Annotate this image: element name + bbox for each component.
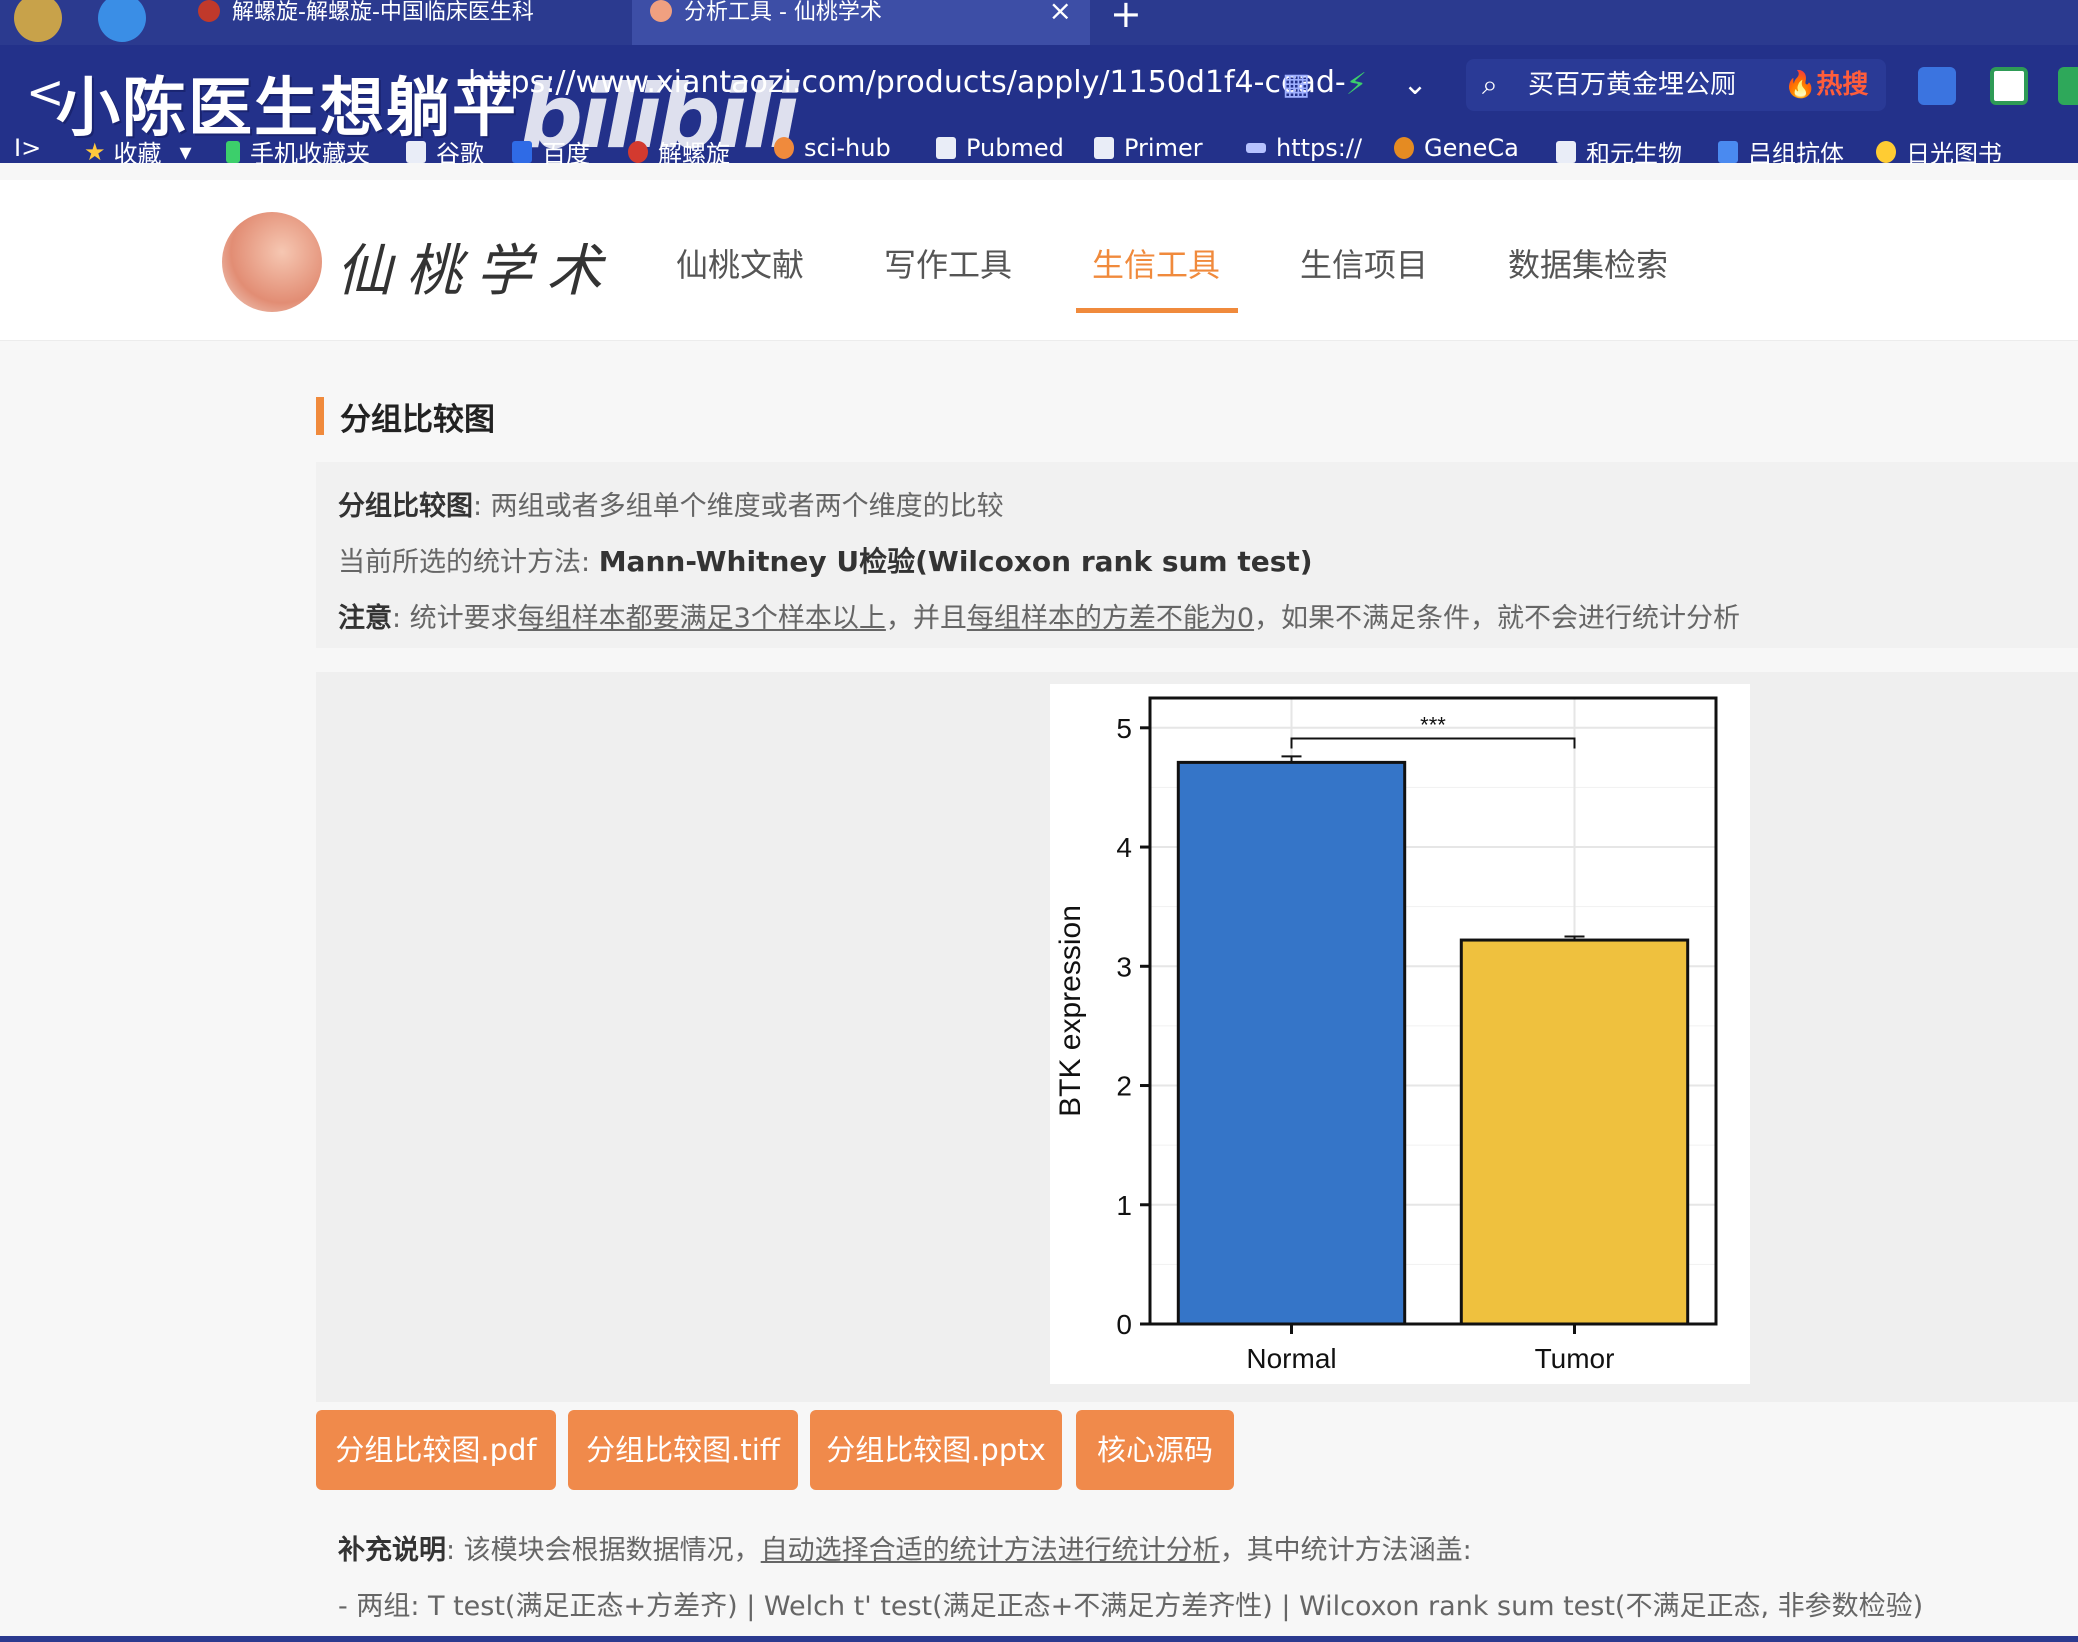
nav-dataset-search[interactable]: 数据集检索	[1508, 240, 1668, 286]
x-tick-label: Tumor	[1535, 1343, 1615, 1374]
bookmark-item[interactable]: 和元生物	[1556, 134, 1682, 169]
bookmark-item[interactable]: 日光图书	[1876, 134, 2002, 169]
group-comparison-chart: 0 1 2 3 4 5 Normal Tumor *** BTK expression	[1054, 696, 1718, 1374]
tab-favicon-icon	[650, 0, 672, 22]
search-suggestion: 买百万黄金埋公厕	[1528, 70, 1737, 100]
sidebar-toggle-icon[interactable]: I>	[14, 134, 41, 162]
chart-card: 0 1 2 3 4 5 Normal Tumor *** BTK expression	[1050, 684, 1750, 1384]
y-tick-label: 4	[1116, 832, 1132, 863]
tab-favicon-icon	[198, 0, 220, 22]
supplementary-methods: - 两组: T test(满足正态+方差齐) | Welch t' test(满…	[338, 1591, 1924, 1622]
tab-analysis-tools[interactable]: 分析工具 - 仙桃学术 ×	[632, 0, 1090, 45]
profile-avatar[interactable]	[14, 0, 62, 42]
bookmark-item[interactable]: Primer	[1094, 134, 1203, 162]
y-tick-label: 2	[1116, 1071, 1132, 1102]
qr-code-icon[interactable]: ▦	[1282, 67, 1310, 102]
bar-normal	[1176, 760, 1407, 1326]
section-title: 分组比较图	[316, 396, 495, 438]
chevron-down-icon[interactable]: ⌄	[1403, 67, 1428, 102]
bookmark-item[interactable]: ★ 收藏 ▾	[84, 134, 192, 169]
significance-label: ***	[1420, 713, 1446, 738]
method-line: 当前所选的统计方法: Mann-Whitney U检验(Wilcoxon ran…	[338, 545, 1313, 578]
extension-icon[interactable]	[1990, 67, 2028, 105]
tab-label: 分析工具 - 仙桃学术	[684, 0, 882, 25]
download-pptx-button[interactable]: 分组比较图.pptx	[810, 1410, 1062, 1490]
shield-icon	[1718, 140, 1738, 163]
page-icon	[936, 137, 956, 159]
method-value: Mann-Whitney U检验(Wilcoxon rank sum test)	[598, 545, 1313, 578]
search-icon: ⌕	[1482, 68, 1498, 101]
note-line: 注意: 统计要求每组样本都要满足3个样本以上，并且每组样本的方差不能为0，如果不…	[338, 603, 1741, 634]
baidu-icon	[512, 140, 532, 163]
logo-icon[interactable]	[222, 212, 322, 312]
bookmarks-bar: I> ★ 收藏 ▾ 手机收藏夹 谷歌 百度 解螺旋 sci-hub Pubmed…	[0, 130, 2078, 174]
x-tick-label: Normal	[1246, 1343, 1336, 1374]
search-box[interactable]: ⌕ 买百万黄金埋公厕 🔥热搜	[1466, 59, 1886, 111]
y-tick-label: 5	[1116, 713, 1132, 744]
page-icon	[1556, 140, 1576, 163]
page-icon	[406, 140, 426, 163]
genecards-icon	[1394, 137, 1414, 159]
site-logo-text[interactable]: 仙桃学术	[336, 226, 616, 307]
primer-icon	[1094, 137, 1114, 159]
browser-tab-bar: 解螺旋-解螺旋-中国临床医生科 分析工具 - 仙桃学术 × +	[0, 0, 2078, 45]
y-tick-label: 0	[1116, 1309, 1132, 1340]
bar-tumor	[1459, 938, 1690, 1326]
sun-icon	[1876, 140, 1896, 163]
url-field[interactable]: https://www.xiantaozi.com/products/apply…	[468, 65, 1346, 100]
star-icon: ★	[84, 137, 106, 166]
tab-label: 解螺旋-解螺旋-中国临床医生科	[232, 0, 534, 25]
chevron-down-icon: ▾	[179, 137, 192, 166]
download-pdf-button[interactable]: 分组比较图.pdf	[316, 1410, 556, 1490]
description-panel: 分组比较图: 两组或者多组单个维度或者两个维度的比较 当前所选的统计方法: Ma…	[316, 462, 2078, 648]
y-axis-label: BTK expression	[1054, 905, 1087, 1117]
download-tiff-button[interactable]: 分组比较图.tiff	[568, 1410, 798, 1490]
bookmark-item[interactable]: https://	[1246, 134, 1362, 162]
taskbar-strip	[0, 1636, 2078, 1642]
title-accent	[316, 397, 324, 435]
nav-literature[interactable]: 仙桃文献	[676, 240, 804, 286]
significance-bracket	[1290, 737, 1576, 749]
y-tick-label: 3	[1116, 951, 1132, 982]
bookmark-item[interactable]: 百度	[512, 134, 590, 169]
bookmark-item[interactable]: GeneCa	[1394, 134, 1519, 162]
bookmark-item[interactable]: 解螺旋	[628, 134, 730, 169]
hot-search-badge: 🔥热搜	[1784, 70, 1869, 100]
bookmark-item[interactable]: 吕组抗体	[1718, 134, 1844, 169]
bookmark-item[interactable]: Pubmed	[936, 134, 1064, 162]
bookmark-item[interactable]: sci-hub	[774, 134, 891, 162]
extension-icon[interactable]	[1918, 67, 1956, 105]
supplementary-note: 补充说明: 该模块会根据数据情况，自动选择合适的统计方法进行统计分析，其中统计方…	[338, 1535, 1472, 1566]
bookmark-item[interactable]: 手机收藏夹	[226, 134, 370, 169]
bookmark-item[interactable]: 谷歌	[406, 134, 484, 169]
nav-bioinfo-tools[interactable]: 生信工具	[1092, 240, 1220, 286]
extension-icon[interactable]	[2058, 67, 2078, 105]
page-title: 分组比较图	[340, 401, 495, 438]
new-tab-button[interactable]: +	[1110, 0, 1142, 36]
source-code-button[interactable]: 核心源码	[1076, 1410, 1234, 1490]
close-tab-icon[interactable]: ×	[1049, 0, 1072, 25]
telegram-icon[interactable]	[98, 0, 146, 42]
address-actions: ▦ ⚡ ⌄	[1282, 67, 1454, 102]
y-tick-label: 1	[1116, 1190, 1132, 1221]
active-nav-indicator	[1076, 308, 1238, 313]
tab-jieluoxuan[interactable]: 解螺旋-解螺旋-中国临床医生科	[180, 0, 620, 45]
link-icon	[1246, 143, 1266, 153]
folder-icon	[226, 140, 240, 163]
nav-writing-tools[interactable]: 写作工具	[884, 240, 1012, 286]
lightning-icon[interactable]: ⚡	[1346, 67, 1367, 102]
eye-icon	[774, 137, 794, 159]
site-header: 仙桃学术 仙桃文献 写作工具 生信工具 生信项目 数据集检索	[0, 180, 2078, 341]
description-line: 分组比较图: 两组或者多组单个维度或者两个维度的比较	[338, 491, 1004, 522]
jieluoxuan-icon	[628, 140, 648, 163]
nav-bioinfo-projects[interactable]: 生信项目	[1300, 240, 1428, 286]
